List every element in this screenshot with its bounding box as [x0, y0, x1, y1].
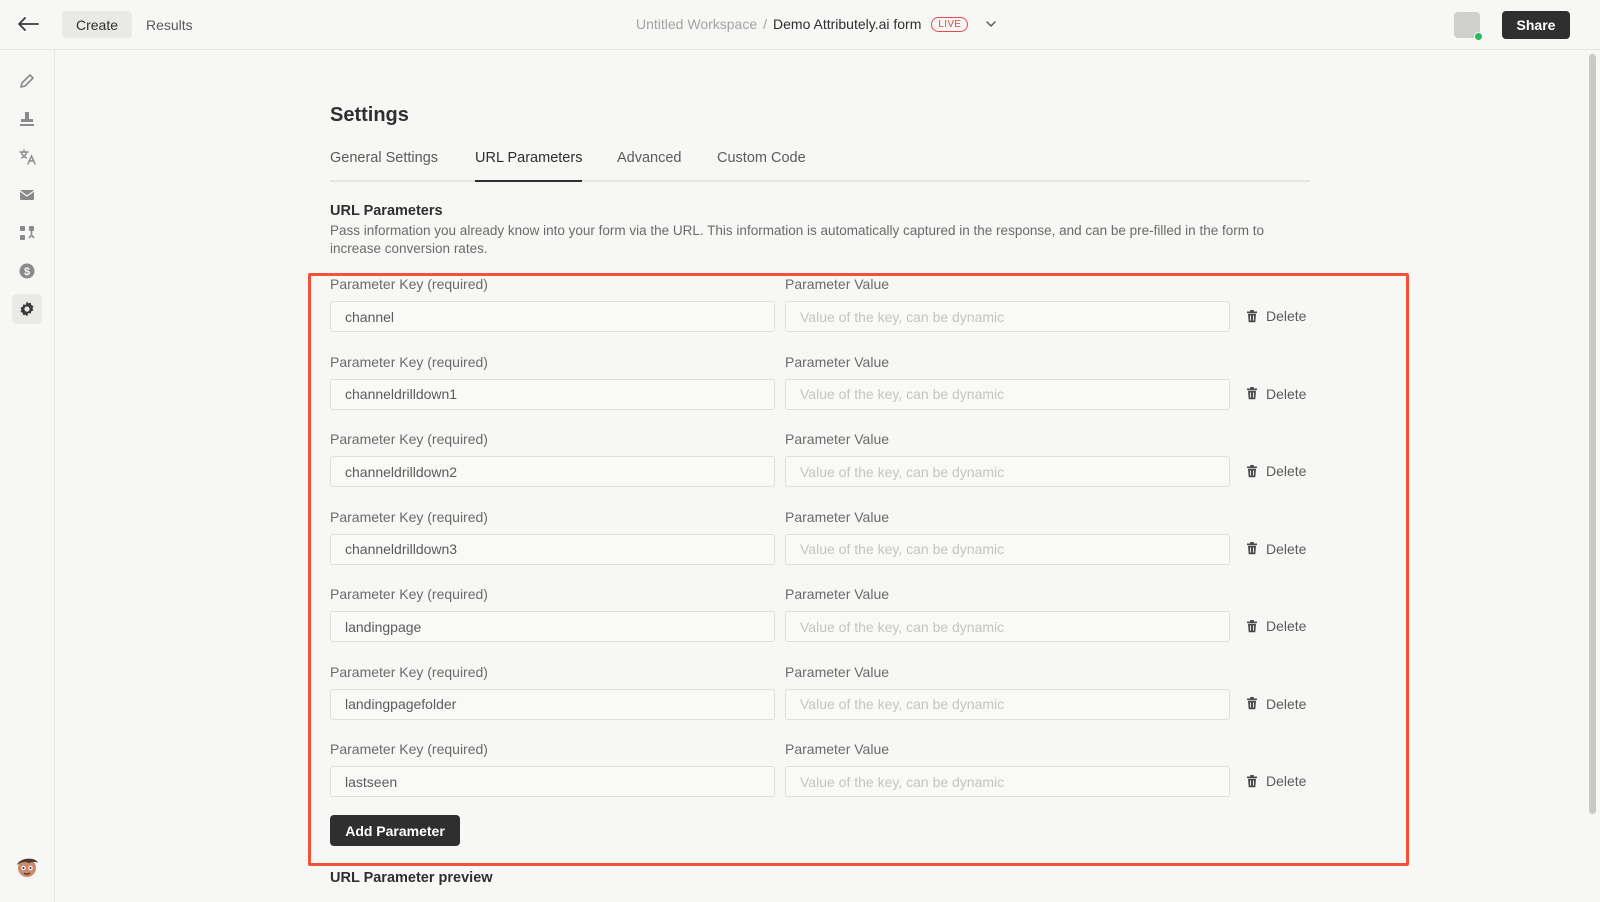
parameter-value-label: Parameter Value: [785, 431, 890, 447]
trash-icon: [1247, 387, 1257, 400]
arrow-left-icon: [18, 17, 39, 31]
parameter-key-label: Parameter Key (required): [330, 741, 488, 757]
parameter-row: Parameter Key (required) Parameter Value D…: [330, 664, 1315, 734]
parameter-value-input[interactable]: [785, 533, 1230, 565]
section-title: URL Parameters: [330, 203, 443, 219]
parameter-key-input[interactable]: [330, 533, 775, 565]
workspace-link[interactable]: Untitled Workspace: [636, 16, 757, 32]
parameter-value-input[interactable]: [785, 766, 1230, 797]
parameter-value-label: Parameter Value: [785, 663, 890, 680]
delete-label: Delete: [1266, 773, 1307, 789]
delete-label: Delete: [1266, 463, 1307, 479]
sidebar-item-settings[interactable]: [12, 294, 42, 324]
chevron-down-icon: [986, 21, 997, 27]
delete-parameter-button[interactable]: Delete: [1246, 460, 1306, 482]
mail-icon: [19, 190, 35, 200]
delete-parameter-button[interactable]: Delete: [1246, 538, 1306, 560]
breadcrumb-separator: /: [763, 16, 768, 32]
parameter-value-label: Parameter Value: [785, 353, 890, 370]
parameter-key-label: Parameter Key (required): [330, 431, 488, 447]
form-menu-button[interactable]: [986, 21, 997, 27]
delete-parameter-button[interactable]: Delete: [1246, 305, 1306, 327]
form-name[interactable]: Demo Attributely.ai form: [773, 16, 921, 32]
sidebar-item-payments[interactable]: $: [12, 256, 42, 286]
back-button[interactable]: [14, 12, 42, 36]
trash-icon: [1247, 542, 1257, 555]
status-badge: LIVE: [931, 16, 969, 32]
trash-icon: [1247, 309, 1257, 322]
gear-icon: [20, 301, 34, 317]
tab-custom-code[interactable]: Custom Code: [717, 150, 806, 182]
account-avatar[interactable]: [12, 852, 42, 882]
parameter-row: Parameter Key (required) Parameter Value D…: [330, 586, 1315, 656]
parameter-row: Parameter Key (required) Parameter Value D…: [330, 354, 1315, 424]
sidebar-item-translate[interactable]: [12, 142, 42, 172]
parameter-key-input[interactable]: [330, 688, 775, 720]
parameter-value-input[interactable]: [785, 378, 1230, 410]
trash-icon: [1247, 464, 1257, 477]
parameter-key-label: Parameter Key (required): [330, 276, 488, 292]
parameter-value-input[interactable]: [785, 456, 1230, 487]
sidebar-item-edit[interactable]: [12, 66, 42, 96]
breadcrumb: Untitled Workspace / Demo Attributely.ai…: [636, 14, 997, 34]
share-button[interactable]: Share: [1502, 11, 1570, 39]
parameter-key-label: Parameter Key (required): [330, 508, 488, 525]
translate-icon: [19, 149, 36, 165]
trash-icon: [1247, 774, 1257, 787]
page-title: Settings: [330, 104, 409, 126]
preview-title: URL Parameter preview: [330, 870, 493, 886]
add-parameter-button[interactable]: Add Parameter: [330, 815, 460, 846]
parameter-value-label: Parameter Value: [785, 586, 890, 602]
left-sidebar: $: [0, 50, 55, 902]
parameter-value-label: Parameter Value: [785, 741, 890, 757]
delete-label: Delete: [1266, 308, 1307, 324]
delete-label: Delete: [1266, 385, 1307, 402]
online-status-dot: [1474, 32, 1483, 41]
sidebar-item-email[interactable]: [12, 180, 42, 210]
pencil-icon: [20, 74, 34, 88]
parameter-row: Parameter Key (required) Parameter Value D…: [330, 276, 1315, 346]
delete-parameter-button[interactable]: Delete: [1246, 383, 1306, 405]
parameter-key-input[interactable]: [330, 456, 775, 487]
parameter-key-input[interactable]: [330, 301, 775, 332]
delete-label: Delete: [1266, 618, 1307, 634]
parameter-value-input[interactable]: [785, 301, 1230, 332]
delete-parameter-button[interactable]: Delete: [1246, 770, 1306, 792]
svg-text:$: $: [24, 266, 30, 278]
parameter-key-label: Parameter Key (required): [330, 586, 488, 602]
tab-general-settings[interactable]: General Settings: [330, 150, 438, 182]
parameter-row: Parameter Key (required) Parameter Value D…: [330, 509, 1315, 579]
tab-results[interactable]: Results: [140, 11, 199, 38]
parameter-row: Parameter Key (required) Parameter Value D…: [330, 431, 1315, 501]
parameter-key-input[interactable]: [330, 378, 775, 410]
sidebar-item-workflow[interactable]: [12, 218, 42, 248]
scrollbar-thumb[interactable]: [1589, 54, 1596, 814]
mascot-avatar-icon: [17, 858, 38, 877]
dollar-icon: $: [19, 263, 35, 279]
delete-parameter-button[interactable]: Delete: [1246, 693, 1306, 715]
parameter-key-input[interactable]: [330, 611, 775, 642]
tab-url-parameters[interactable]: URL Parameters: [475, 150, 583, 182]
trash-icon: [1247, 619, 1257, 632]
parameter-key-label: Parameter Key (required): [330, 353, 488, 370]
tab-advanced[interactable]: Advanced: [617, 150, 682, 182]
workflow-icon: [20, 226, 35, 240]
parameter-value-label: Parameter Value: [785, 276, 890, 292]
delete-label: Delete: [1266, 540, 1307, 557]
parameter-value-input[interactable]: [785, 688, 1230, 720]
parameter-value-label: Parameter Value: [785, 508, 890, 525]
stamp-icon: [20, 112, 34, 126]
delete-label: Delete: [1266, 695, 1307, 712]
parameter-key-input[interactable]: [330, 766, 775, 797]
trash-icon: [1247, 697, 1257, 710]
tab-create[interactable]: Create: [62, 11, 132, 38]
settings-tabs: General Settings URL Parameters Advanced…: [330, 144, 1310, 182]
parameter-key-label: Parameter Key (required): [330, 663, 488, 680]
delete-parameter-button[interactable]: Delete: [1246, 615, 1306, 637]
section-description: Pass information you already know into y…: [330, 223, 1264, 256]
parameter-row: Parameter Key (required) Parameter Value D…: [330, 741, 1315, 811]
parameter-value-input[interactable]: [785, 611, 1230, 642]
sidebar-item-design[interactable]: [12, 104, 42, 134]
top-bar: Create Results Untitled Workspace / Demo…: [0, 0, 1600, 50]
